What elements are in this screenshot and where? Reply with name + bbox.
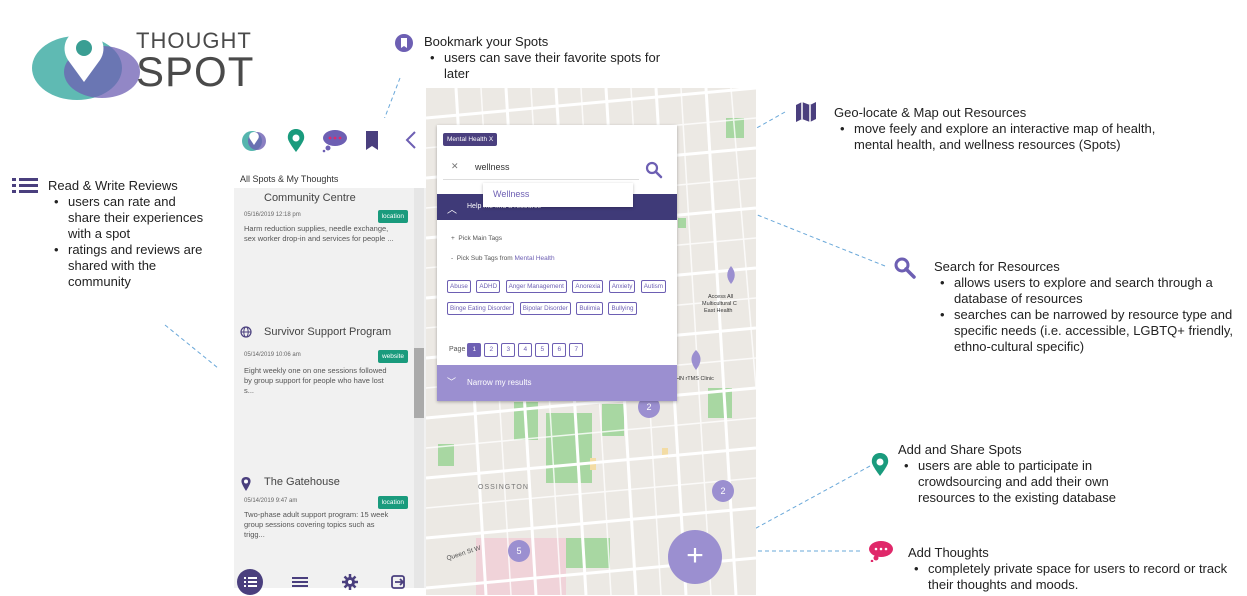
bookmark-nav-icon[interactable] bbox=[358, 126, 386, 154]
tag-anorexia[interactable]: Anorexia bbox=[572, 280, 604, 293]
card-title: The Gatehouse bbox=[264, 476, 340, 488]
sub-tags-row: - Pick Sub Tags from Mental Health bbox=[451, 255, 555, 262]
logo-nav-icon[interactable] bbox=[240, 126, 268, 154]
page-button[interactable]: 3 bbox=[501, 343, 516, 357]
map-label-multicultural: Multicultural C bbox=[702, 301, 737, 307]
plus-icon: + bbox=[686, 539, 704, 572]
map-cluster[interactable]: 5 bbox=[508, 540, 530, 562]
page-button[interactable]: 7 bbox=[569, 343, 584, 357]
tag-list: Abuse ADHD Anger Management Anorexia Anx… bbox=[447, 275, 671, 319]
search-input-value: wellness bbox=[475, 162, 510, 172]
status-badge: location bbox=[377, 210, 408, 223]
map-label-clinic: HN rTMS Clinic bbox=[676, 376, 714, 382]
filter-chip-mental-health[interactable]: Mental Health X bbox=[443, 133, 498, 146]
card-title: Community Centre bbox=[264, 192, 356, 204]
add-button[interactable]: + bbox=[668, 530, 722, 584]
main-tags-label: Pick Main Tags bbox=[458, 235, 503, 242]
chevron-down-icon: ﹀ bbox=[447, 377, 457, 387]
search-input[interactable]: ✕ wellness bbox=[443, 157, 639, 180]
thought-nav-icon[interactable] bbox=[320, 126, 348, 154]
tag-autism[interactable]: Autism bbox=[640, 280, 667, 293]
map-cluster[interactable]: 2 bbox=[712, 480, 734, 502]
page-button[interactable]: 2 bbox=[484, 343, 499, 357]
top-nav bbox=[234, 118, 426, 164]
search-suggestion[interactable]: Wellness bbox=[483, 183, 633, 207]
chevron-left-icon[interactable] bbox=[398, 126, 426, 154]
page-button[interactable]: 4 bbox=[518, 343, 533, 357]
search-panel: Mental Health X ✕ wellness ︿ Help me fin… bbox=[437, 125, 677, 401]
sub-tags-label: Pick Sub Tags from bbox=[456, 255, 513, 262]
clear-icon[interactable]: ✕ bbox=[451, 161, 459, 172]
card-title: Survivor Support Program bbox=[264, 326, 392, 338]
pin-nav-icon[interactable] bbox=[282, 126, 310, 154]
app-sidebar: All Spots & My Thoughts Community Centre… bbox=[234, 118, 426, 595]
card-date: 05/16/2019 12:18 pm bbox=[244, 212, 301, 218]
tag-adhd[interactable]: ADHD bbox=[476, 280, 501, 293]
map-label-easthealth: East Health bbox=[704, 308, 733, 314]
pin-icon bbox=[241, 477, 251, 491]
spot-list[interactable]: Community Centre 05/16/2019 12:18 pm loc… bbox=[234, 188, 426, 588]
narrow-results-bar[interactable]: ﹀ Narrow my results bbox=[437, 365, 677, 401]
card-desc: Two-phase adult support program: 15 week… bbox=[244, 510, 389, 539]
card-date: 05/14/2019 9:47 am bbox=[244, 498, 298, 504]
map-label-ossington: OSSINGTON bbox=[478, 484, 529, 491]
page-button[interactable]: 6 bbox=[552, 343, 567, 357]
tag-abuse[interactable]: Abuse bbox=[447, 280, 471, 293]
plus-icon: + bbox=[451, 235, 455, 242]
status-badge: website bbox=[377, 350, 408, 363]
map-label-access: Access All bbox=[708, 294, 734, 300]
main-tags-row[interactable]: + Pick Main Tags bbox=[451, 235, 502, 242]
list-item[interactable]: Survivor Support Program 05/14/2019 10:0… bbox=[234, 322, 414, 462]
scrollbar-thumb[interactable] bbox=[414, 348, 424, 418]
page-label: Page bbox=[449, 346, 466, 353]
sub-tags-category: Mental Health bbox=[514, 255, 555, 262]
page-button[interactable]: 1 bbox=[467, 343, 482, 357]
search-icon[interactable] bbox=[645, 161, 663, 179]
menu-icon[interactable] bbox=[286, 568, 314, 596]
status-badge: location bbox=[377, 496, 408, 509]
page-button[interactable]: 5 bbox=[535, 343, 550, 357]
tag-anxiety[interactable]: Anxiety bbox=[608, 280, 636, 293]
narrow-results-label: Narrow my results bbox=[467, 378, 532, 387]
suggestion-label: Wellness bbox=[493, 189, 530, 199]
minus-icon: - bbox=[451, 255, 454, 262]
list-header: All Spots & My Thoughts bbox=[240, 174, 339, 184]
tag-bulimia[interactable]: Bulimia bbox=[576, 302, 603, 315]
list-item[interactable]: Community Centre 05/16/2019 12:18 pm loc… bbox=[234, 188, 414, 318]
tag-anger-management[interactable]: Anger Management bbox=[505, 280, 567, 293]
bottom-nav bbox=[234, 568, 426, 596]
gear-icon[interactable] bbox=[336, 568, 364, 596]
pagination: Page 1234567 bbox=[449, 343, 586, 357]
card-date: 05/14/2019 10:06 am bbox=[244, 352, 301, 358]
tag-binge-eating-disorder[interactable]: Binge Eating Disorder bbox=[447, 302, 515, 315]
tag-bullying[interactable]: Bullying bbox=[608, 302, 637, 315]
chevron-up-icon: ︿ bbox=[447, 205, 457, 216]
card-desc: Harm reduction supplies, needle exchange… bbox=[244, 224, 394, 243]
list-nav-icon[interactable] bbox=[236, 568, 264, 596]
tag-bipolar-disorder[interactable]: Bipolar Disorder bbox=[519, 302, 571, 315]
card-desc: Eight weekly one on one sessions followe… bbox=[244, 366, 387, 395]
logout-icon[interactable] bbox=[384, 568, 412, 596]
globe-icon bbox=[240, 326, 252, 338]
